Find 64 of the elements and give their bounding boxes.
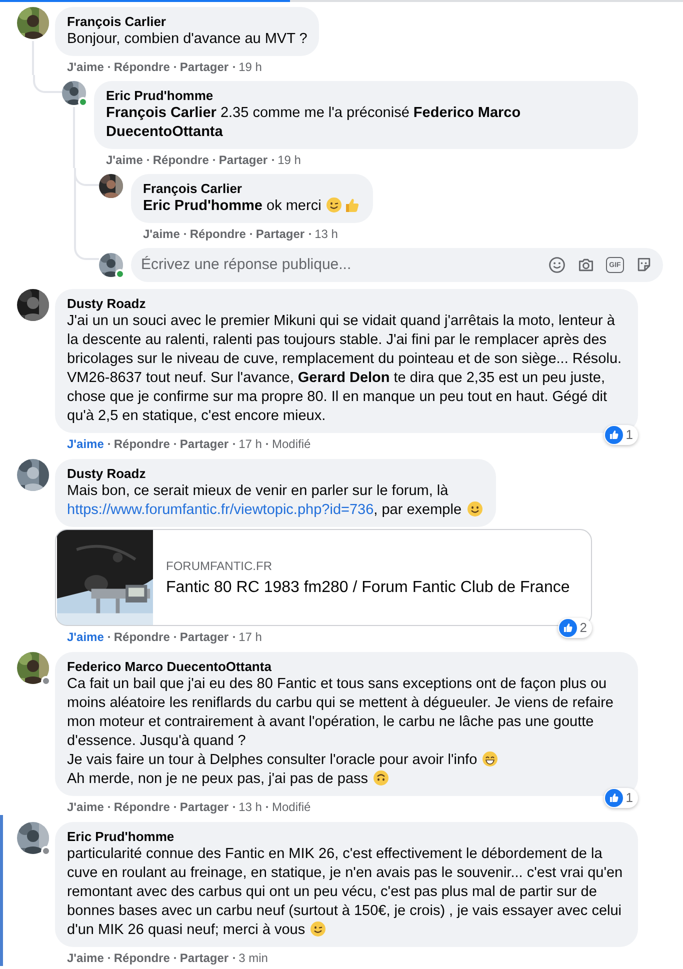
timestamp[interactable]: 19 h	[278, 152, 301, 168]
share-link[interactable]: Partager	[180, 950, 229, 966]
reply-link[interactable]: Répondre	[114, 436, 170, 452]
camera-icon[interactable]	[577, 256, 595, 274]
comment-text: Eric Prud'homme ok merci	[143, 197, 362, 216]
link[interactable]: https://www.forumfantic.fr/viewtopic.php?id=736	[67, 502, 374, 518]
reply-link[interactable]: Répondre	[152, 152, 209, 168]
comment-text: Ca fait un bail que j'ai eu des 80 Fantic et tous sans exceptions ont de façon plus ou moins aléatoire les reniflards du carbu qui se mettent à dégueuler. Je viens de refaire mon moteur et contrairement à avant l'opération, le carbu ne lâche pas une goutte d'essence. Jusqu'à quand ? Je vais faire un tour à Delphes consulter l'oracle pour avoir l'info Ah merde, non je ne peux pas, j'ai pas de pass	[67, 675, 614, 789]
like-link[interactable]: J'aime	[67, 799, 104, 815]
timestamp[interactable]: 17 h	[238, 436, 262, 452]
author-name[interactable]: Federico Marco DuecentoOttanta	[67, 658, 626, 675]
timestamp[interactable]: 13 h	[314, 226, 338, 242]
reaction-badge[interactable]: 1	[604, 425, 638, 445]
comment-text: Bonjour, combien d'avance au MVT ?	[67, 30, 308, 49]
timestamp[interactable]: 13 h	[238, 799, 262, 815]
timestamp[interactable]: 17 h	[238, 629, 262, 645]
reply-link[interactable]: Répondre	[114, 629, 170, 645]
like-icon	[604, 426, 623, 444]
like-link[interactable]: J'aime	[143, 226, 180, 242]
smiling-face-icon	[466, 501, 483, 517]
link-title: Fantic 80 RC 1983 fm280 / Forum Fantic Club de France	[166, 578, 570, 598]
winking-face-icon	[310, 921, 326, 937]
author-name[interactable]: François Carlier	[143, 180, 362, 197]
emoji-icon[interactable]	[548, 256, 566, 274]
share-link[interactable]: Partager	[256, 226, 305, 242]
link-domain: FORUMFANTIC.FR	[166, 558, 273, 574]
like-link[interactable]: J'aime	[67, 436, 104, 452]
comment-text: J'ai un un souci avec le premier Mikuni qui se vidait quand j'arrêtais la moto, lenteur à la descente au ralenti, ralenti pas toujours stable. J'ai fini par le remplacer après des bricolages sur le niveau de cuve, remplacement du pointeau et de son siège... Résolu. VM26-8637 tout neuf. Sur l'avance, Gerard Delon te dira que 2,35 est un peu juste, chose que je confirme sur ma propre 80. Il en manque un peu tout en haut. Gégé dit qu'à 2,5 en statique, c'est encore mieux.	[67, 312, 623, 426]
comment-text: Mais bon, ce serait mieux de venir en parler sur le forum, là https://www.forumfantic.fr/viewtopic.php?id=736, par exemple	[67, 482, 484, 520]
comment-text: François Carlier 2.35 comme me l'a préconisé Federico Marco DuecentoOttanta	[106, 104, 522, 142]
author-name[interactable]: Eric Prud'homme	[67, 828, 626, 845]
like-link[interactable]: J'aime	[67, 629, 104, 645]
reaction-badge[interactable]: 1	[604, 788, 638, 808]
like-icon	[558, 619, 577, 637]
edited-label: Modifié	[272, 436, 311, 452]
upside-down-face-icon	[373, 770, 390, 786]
reaction-badge[interactable]: 2	[558, 618, 592, 638]
like-link[interactable]: J'aime	[106, 152, 143, 168]
share-link[interactable]: Partager	[180, 799, 229, 815]
reply-link[interactable]: Répondre	[114, 799, 170, 815]
reply-link[interactable]: Répondre	[190, 226, 246, 242]
like-link[interactable]: J'aime	[67, 59, 104, 75]
reply-link[interactable]: Répondre	[114, 59, 170, 75]
edited-label: Modifié	[272, 799, 311, 815]
author-name[interactable]: Dusty Roadz	[67, 465, 484, 482]
comment-text: particularité connue des Fantic en MIK 26, c'est effectivement le débordement de la cuve en roulant au freinage, en statique, je n'en avais pas le souvenir... c'est vrai qu'en remontant avec des carbus qui ont un peu vécu, c'est pas plus mal de partir sur de bonnes bases avec un carbu neuf (surtout à 150€, je crois) , je vais essayer avec celui d'un MIK 26 quasi neuf; merci à vous	[67, 845, 624, 940]
timestamp[interactable]: 19 h	[238, 59, 262, 75]
author-name[interactable]: Dusty Roadz	[67, 295, 626, 312]
author-name[interactable]: Eric Prud'homme	[106, 87, 626, 104]
share-link[interactable]: Partager	[180, 629, 229, 645]
share-link[interactable]: Partager	[180, 436, 229, 452]
share-link[interactable]: Partager	[180, 59, 229, 75]
sticker-icon[interactable]	[635, 256, 653, 274]
thumbs-up-icon	[344, 197, 360, 213]
grinning-face-icon	[482, 751, 498, 767]
winking-face-icon	[326, 197, 342, 213]
timestamp[interactable]: 3 min	[238, 950, 268, 966]
like-link[interactable]: J'aime	[67, 950, 104, 966]
share-link[interactable]: Partager	[218, 152, 268, 168]
author-name[interactable]: François Carlier	[67, 13, 308, 30]
like-icon	[604, 789, 623, 807]
reaction-count: 1	[626, 789, 633, 808]
reaction-count: 1	[626, 426, 633, 444]
reply-link[interactable]: Répondre	[114, 950, 170, 966]
